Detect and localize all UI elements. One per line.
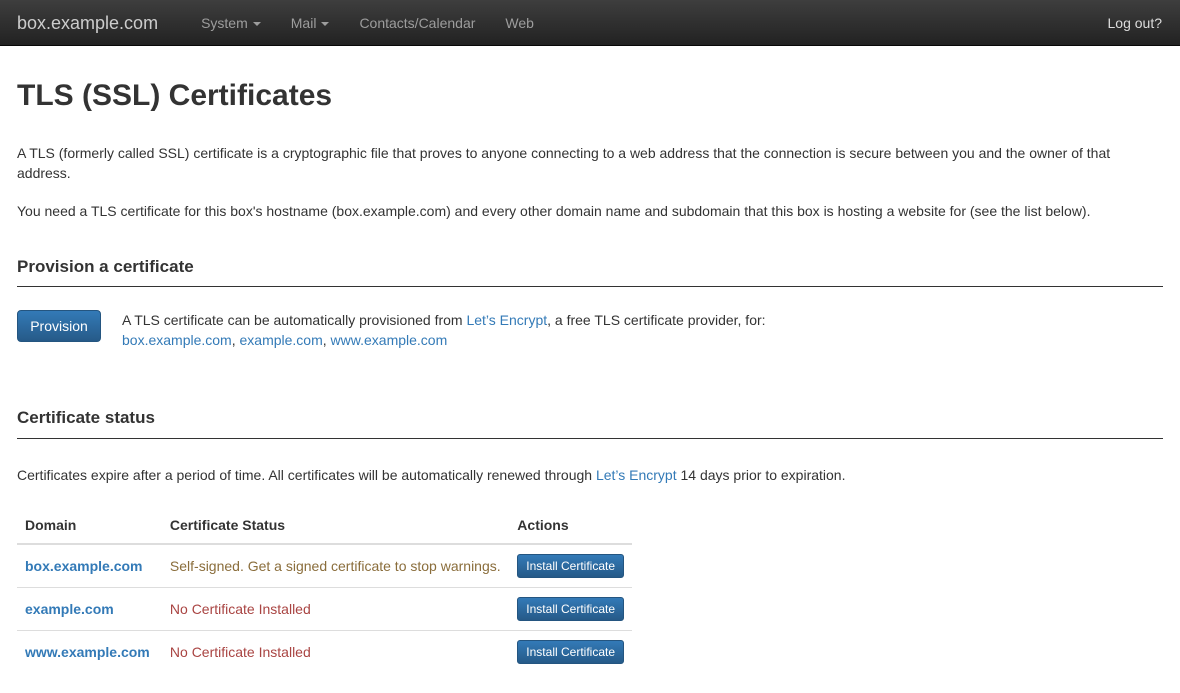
install-certificate-button[interactable]: Install Certificate	[517, 597, 624, 621]
column-header-actions: Actions	[509, 507, 632, 544]
domain-link[interactable]: www.example.com	[25, 644, 150, 660]
expiry-note: Certificates expire after a period of ti…	[17, 465, 1163, 485]
table-row: www.example.com No Certificate Installed…	[17, 630, 632, 673]
expiry-text-after: 14 days prior to expiration.	[677, 467, 846, 483]
nav-item-system-label: System	[201, 15, 248, 31]
lets-encrypt-link[interactable]: Let’s Encrypt	[596, 467, 677, 483]
nav-item-contacts-calendar-label: Contacts/Calendar	[359, 15, 475, 31]
main-content: TLS (SSL) Certificates A TLS (formerly c…	[0, 79, 1180, 693]
provision-domain-link[interactable]: www.example.com	[331, 332, 448, 348]
certificate-status-text: No Certificate Installed	[170, 601, 311, 617]
provision-description: A TLS certificate can be automatically p…	[122, 310, 766, 350]
install-certificate-button[interactable]: Install Certificate	[517, 554, 624, 578]
certificate-status-text: Self-signed. Get a signed certificate to…	[170, 558, 501, 574]
column-header-certificate-status: Certificate Status	[162, 507, 509, 544]
provision-button[interactable]: Provision	[17, 310, 101, 342]
nav-item-web[interactable]: Web	[490, 0, 549, 45]
certificate-table: Domain Certificate Status Actions box.ex…	[17, 507, 632, 673]
lets-encrypt-link[interactable]: Let’s Encrypt	[466, 312, 547, 328]
nav-item-system[interactable]: System	[186, 0, 276, 45]
provision-domains-line: box.example.com, example.com, www.exampl…	[122, 330, 766, 350]
provision-section-heading: Provision a certificate	[17, 255, 1163, 287]
install-certificate-button[interactable]: Install Certificate	[517, 640, 624, 664]
intro-paragraph-2: You need a TLS certificate for this box'…	[17, 201, 1163, 221]
certificate-status-heading: Certificate status	[17, 406, 1163, 438]
provision-domain-link[interactable]: example.com	[240, 332, 323, 348]
table-row: box.example.com Self-signed. Get a signe…	[17, 544, 632, 588]
domain-separator: ,	[323, 332, 331, 348]
intro-paragraph-1: A TLS (formerly called SSL) certificate …	[17, 143, 1163, 183]
nav-item-mail[interactable]: Mail	[276, 0, 345, 45]
domain-link[interactable]: box.example.com	[25, 558, 143, 574]
table-header-row: Domain Certificate Status Actions	[17, 507, 632, 544]
provision-description-line: A TLS certificate can be automatically p…	[122, 310, 766, 330]
logout-link[interactable]: Log out?	[1090, 0, 1180, 45]
nav-item-mail-label: Mail	[291, 15, 317, 31]
caret-down-icon	[253, 22, 261, 26]
caret-down-icon	[321, 22, 329, 26]
certificate-status-text: No Certificate Installed	[170, 644, 311, 660]
provision-domain-link[interactable]: box.example.com	[122, 332, 232, 348]
navbar-menu: System Mail Contacts/Calendar Web	[186, 0, 549, 45]
navbar-brand[interactable]: box.example.com	[2, 0, 173, 45]
provision-text-before: A TLS certificate can be automatically p…	[122, 312, 466, 328]
column-header-domain: Domain	[17, 507, 162, 544]
provision-row: Provision A TLS certificate can be autom…	[17, 310, 1163, 350]
table-row: example.com No Certificate Installed Ins…	[17, 587, 632, 630]
provision-text-after: , a free TLS certificate provider, for:	[547, 312, 765, 328]
top-navbar: box.example.com System Mail Contacts/Cal…	[0, 0, 1180, 46]
domain-separator: ,	[232, 332, 240, 348]
expiry-text-before: Certificates expire after a period of ti…	[17, 467, 596, 483]
domain-link[interactable]: example.com	[25, 601, 114, 617]
nav-item-contacts-calendar[interactable]: Contacts/Calendar	[344, 0, 490, 45]
page-title: TLS (SSL) Certificates	[17, 79, 1163, 112]
nav-item-web-label: Web	[505, 15, 534, 31]
